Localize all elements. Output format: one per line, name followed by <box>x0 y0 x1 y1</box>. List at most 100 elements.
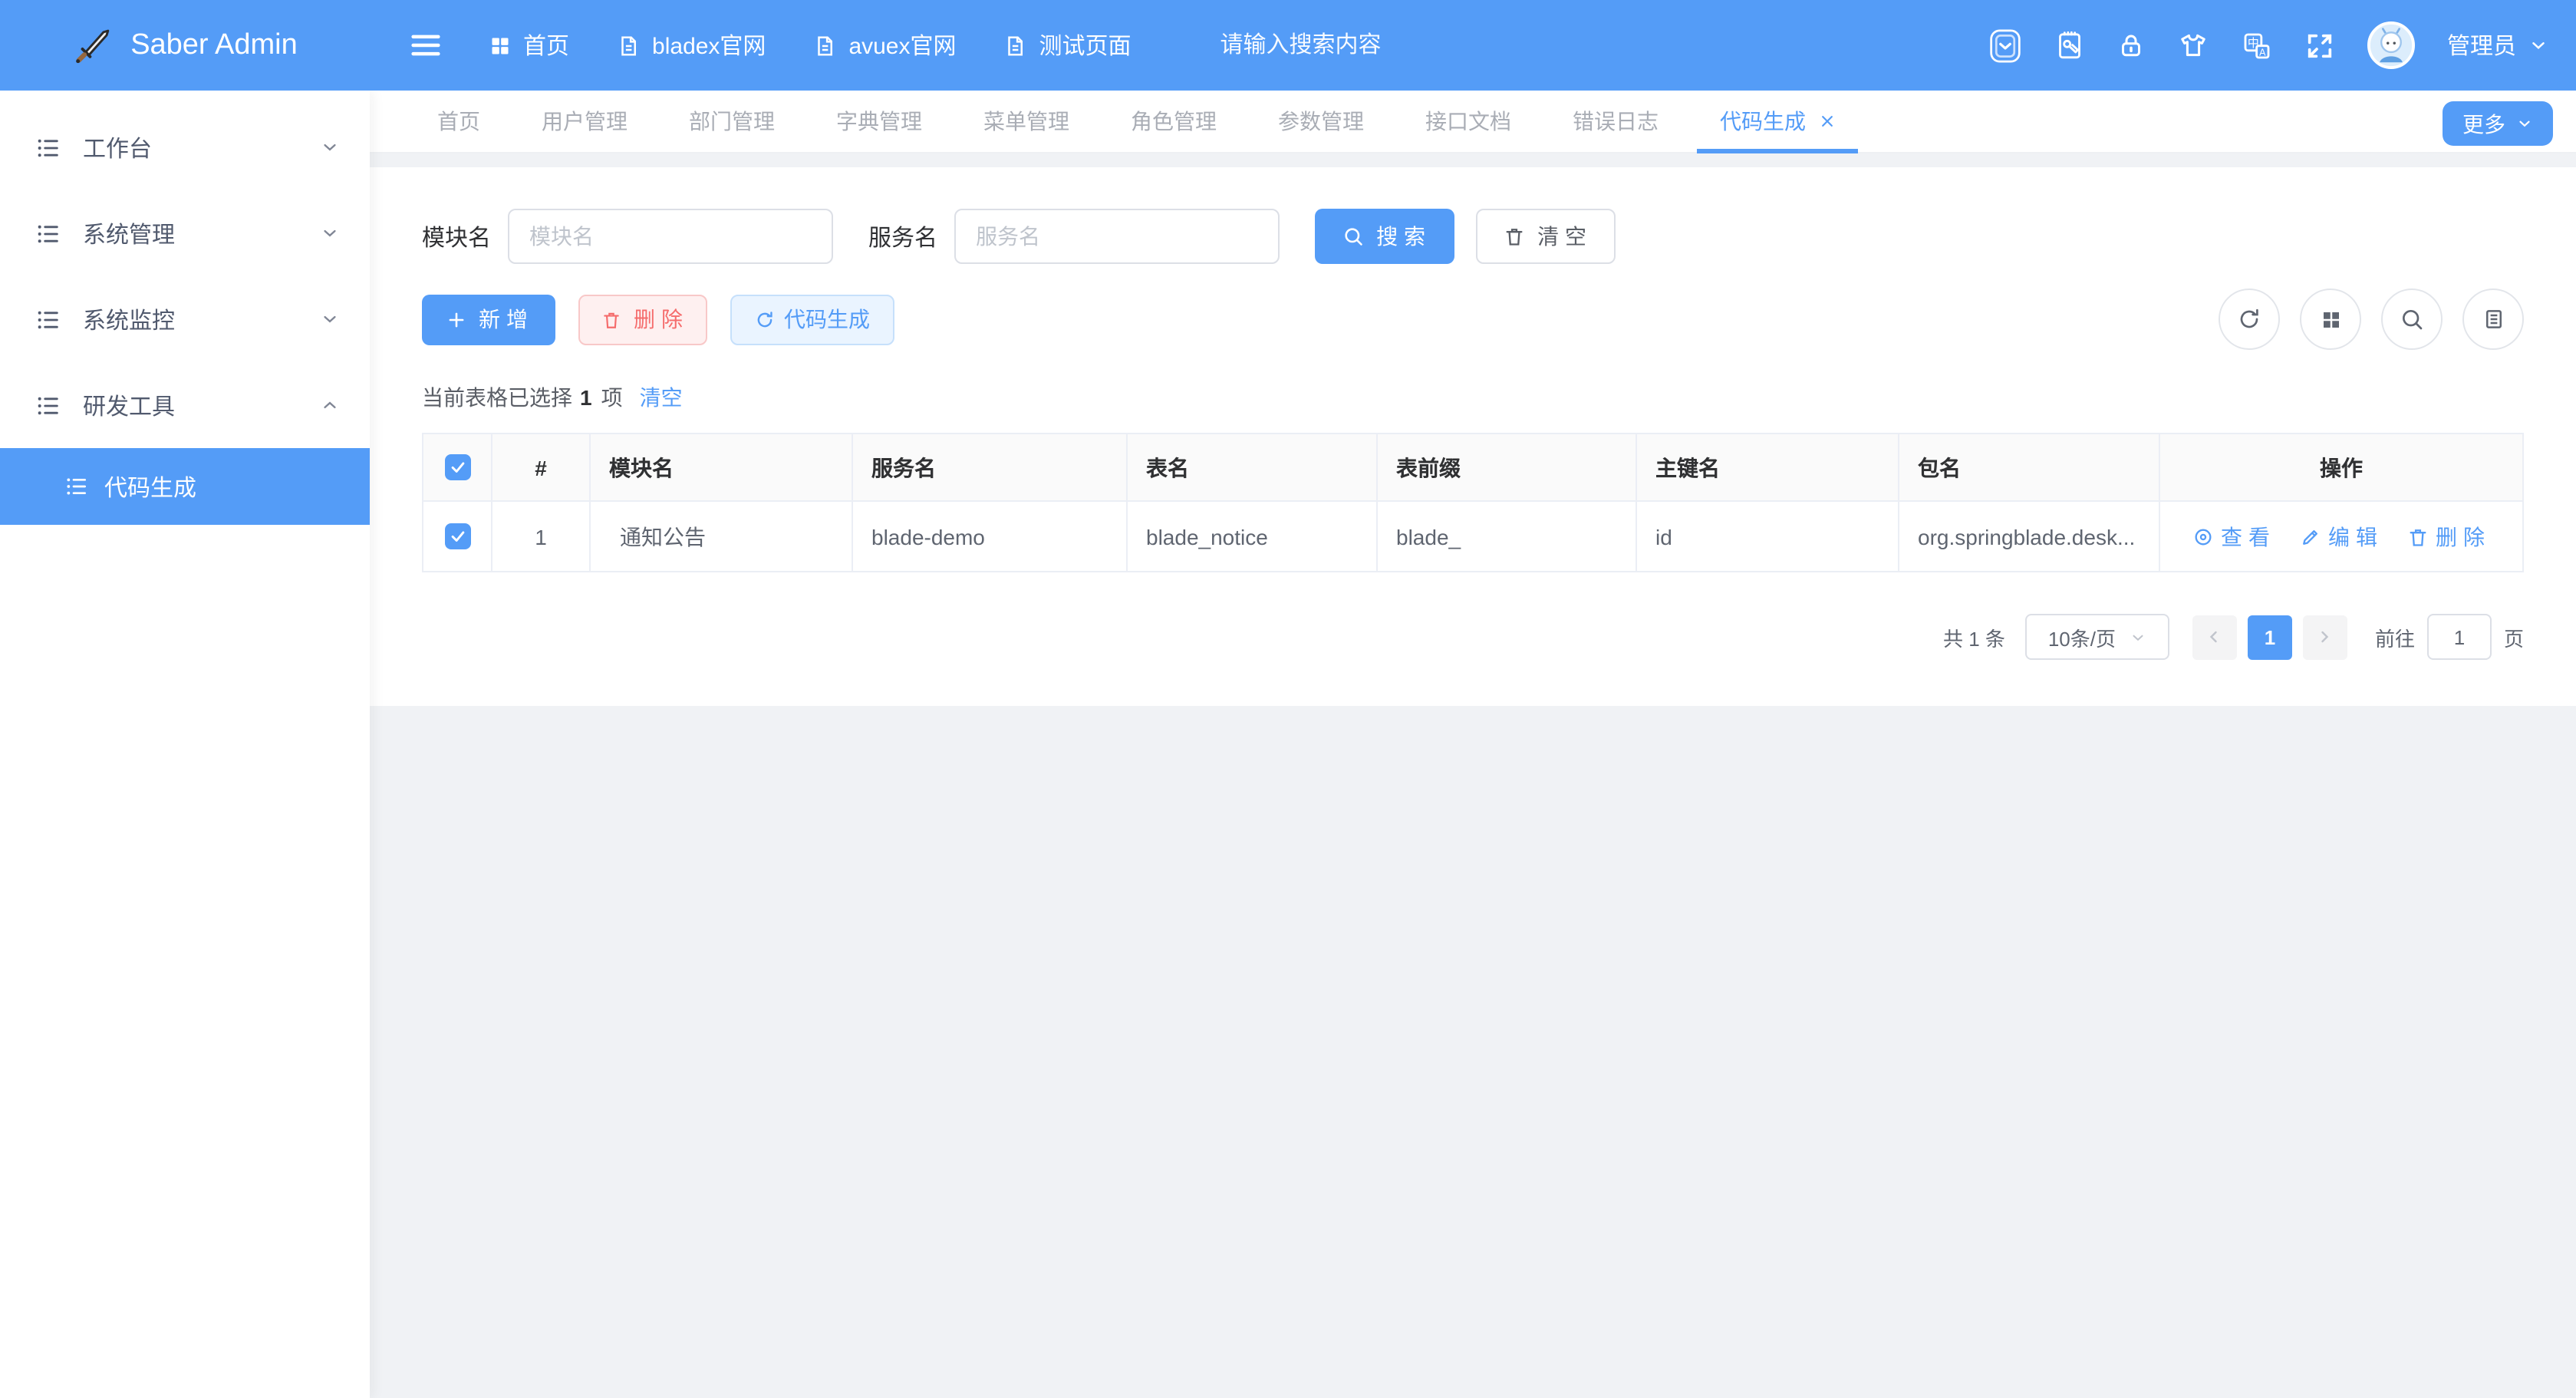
page-size-select[interactable]: 10条/页 <box>2025 614 2169 660</box>
selection-suffix: 项 <box>601 382 623 413</box>
tab-api-docs[interactable]: 接口文档 <box>1395 91 1542 152</box>
tab-dict-management[interactable]: 字典管理 <box>805 91 953 152</box>
filter-form: 模块名 服务名 搜索 <box>422 209 2524 264</box>
cell-package: org.springblade.desk... <box>1899 501 2159 572</box>
top-bar: Saber Admin 首页 <box>0 0 2576 91</box>
search-icon <box>1342 226 1364 247</box>
tab-user-management[interactable]: 用户管理 <box>511 91 658 152</box>
column-header-package: 包名 <box>1899 434 2159 501</box>
sidebar-item-workbench[interactable]: 工作台 <box>0 104 370 190</box>
chevron-down-icon <box>2516 115 2533 132</box>
top-nav: 首页 bladex官网 avuex官 <box>489 29 1132 61</box>
pagination: 共 1 条 10条/页 1 前 <box>422 614 2524 660</box>
sidebar-item-dev-tools[interactable]: 研发工具 <box>0 362 370 448</box>
column-header-service: 服务名 <box>852 434 1127 501</box>
tab-close-icon[interactable] <box>1820 114 1835 129</box>
tab-error-log[interactable]: 错误日志 <box>1542 91 1689 152</box>
service-name-label: 服务名 <box>868 220 937 252</box>
top-menu-collapse-button[interactable] <box>1988 27 2022 64</box>
refresh-icon <box>755 309 775 329</box>
avatar-image <box>2367 21 2415 69</box>
document-icon <box>813 33 836 58</box>
data-table: # 模块名 服务名 表名 表前缀 主键名 包名 操作 <box>422 433 2524 572</box>
crud-card: 模块名 服务名 搜索 <box>370 167 2576 706</box>
sidebar-item-system-management[interactable]: 系统管理 <box>0 190 370 276</box>
chevron-down-icon <box>2528 35 2548 55</box>
refresh-icon <box>2237 307 2261 331</box>
column-header-pk: 主键名 <box>1636 434 1899 501</box>
delete-link[interactable]: 删除 <box>2406 521 2491 552</box>
sidebar-collapse-button[interactable] <box>408 28 443 63</box>
tabs-more-button[interactable]: 更多 <box>2443 101 2553 146</box>
chevron-left-icon <box>2205 628 2224 646</box>
edit-link[interactable]: 编辑 <box>2299 521 2383 552</box>
top-nav-bladex[interactable]: bladex官网 <box>617 29 766 61</box>
row-checkbox[interactable] <box>444 524 470 550</box>
select-all-checkbox[interactable] <box>444 455 470 481</box>
tab-param-management[interactable]: 参数管理 <box>1247 91 1395 152</box>
cell-pk: id <box>1636 501 1899 572</box>
goto-page-input[interactable] <box>2427 614 2492 660</box>
action-row: 新增 删除 代码生成 <box>422 289 2524 350</box>
top-nav-avuex[interactable]: avuex官网 <box>813 29 956 61</box>
service-name-input[interactable] <box>954 209 1280 264</box>
tab-home[interactable]: 首页 <box>407 91 511 152</box>
table-header-row: # 模块名 服务名 表名 表前缀 主键名 包名 操作 <box>423 434 2523 501</box>
debug-tool-button[interactable] <box>2054 29 2085 61</box>
selection-count: 1 <box>580 385 592 410</box>
document-icon <box>1004 33 1027 58</box>
goto-label: 前往 <box>2375 622 2415 651</box>
next-page-button[interactable] <box>2303 615 2347 659</box>
selection-clear-link[interactable]: 清空 <box>640 382 683 413</box>
theme-button[interactable] <box>2177 31 2209 60</box>
prev-page-button[interactable] <box>2192 615 2237 659</box>
tab-code-generation[interactable]: 代码生成 <box>1689 91 1866 152</box>
cell-index: 1 <box>492 501 590 572</box>
trash-icon <box>601 309 621 329</box>
top-nav-test-page[interactable]: 测试页面 <box>1004 29 1132 61</box>
search-toggle-button[interactable] <box>2381 289 2443 350</box>
page-number-current[interactable]: 1 <box>2248 615 2292 659</box>
user-avatar[interactable] <box>2367 21 2415 69</box>
view-icon <box>2192 526 2213 547</box>
grid-view-button[interactable] <box>2300 289 2361 350</box>
clear-button[interactable]: 清空 <box>1476 209 1616 264</box>
language-button[interactable]: 中 A <box>2242 30 2272 61</box>
fullscreen-button[interactable] <box>2304 30 2335 61</box>
refresh-button[interactable] <box>2219 289 2280 350</box>
table-row: 1 通知公告 blade-demo blade_notice blade_ id… <box>423 501 2523 572</box>
document-icon <box>617 33 640 58</box>
header-search-input[interactable] <box>1220 32 1581 58</box>
code-generate-button[interactable]: 代码生成 <box>730 294 894 345</box>
module-name-input[interactable] <box>508 209 833 264</box>
selection-banner: 当前表格已选择 1 项 清空 <box>422 382 2524 413</box>
language-icon: 中 A <box>2242 30 2272 61</box>
delete-button[interactable]: 删除 <box>578 294 707 345</box>
cell-service: blade-demo <box>852 501 1127 572</box>
sidebar-item-code-generation[interactable]: 代码生成 <box>0 448 370 525</box>
pagination-total: 共 1 条 <box>1943 622 2005 651</box>
search-button[interactable]: 搜索 <box>1315 209 1454 264</box>
hamburger-icon <box>408 28 443 63</box>
list-icon <box>35 220 61 246</box>
selection-prefix: 当前表格已选择 <box>422 382 572 413</box>
lock-icon <box>2117 29 2145 61</box>
theme-shirt-icon <box>2177 31 2209 60</box>
app-root: Saber Admin 首页 <box>0 0 2576 1398</box>
column-header-prefix: 表前缀 <box>1377 434 1636 501</box>
tab-role-management[interactable]: 角色管理 <box>1100 91 1247 152</box>
grid-view-icon <box>2319 308 2342 331</box>
trash-icon <box>2406 526 2428 547</box>
user-menu[interactable]: 管理员 <box>2447 29 2548 61</box>
chevron-down-icon <box>319 137 341 158</box>
sidebar-item-system-monitor[interactable]: 系统监控 <box>0 276 370 362</box>
lock-screen-button[interactable] <box>2117 29 2145 61</box>
tab-menu-management[interactable]: 菜单管理 <box>953 91 1100 152</box>
column-header-actions: 操作 <box>2159 434 2523 501</box>
column-settings-button[interactable] <box>2462 289 2524 350</box>
top-nav-home[interactable]: 首页 <box>489 29 569 61</box>
add-button[interactable]: 新增 <box>422 294 555 345</box>
tab-department-management[interactable]: 部门管理 <box>658 91 805 152</box>
view-link[interactable]: 查看 <box>2192 521 2276 552</box>
sword-icon <box>72 25 114 66</box>
